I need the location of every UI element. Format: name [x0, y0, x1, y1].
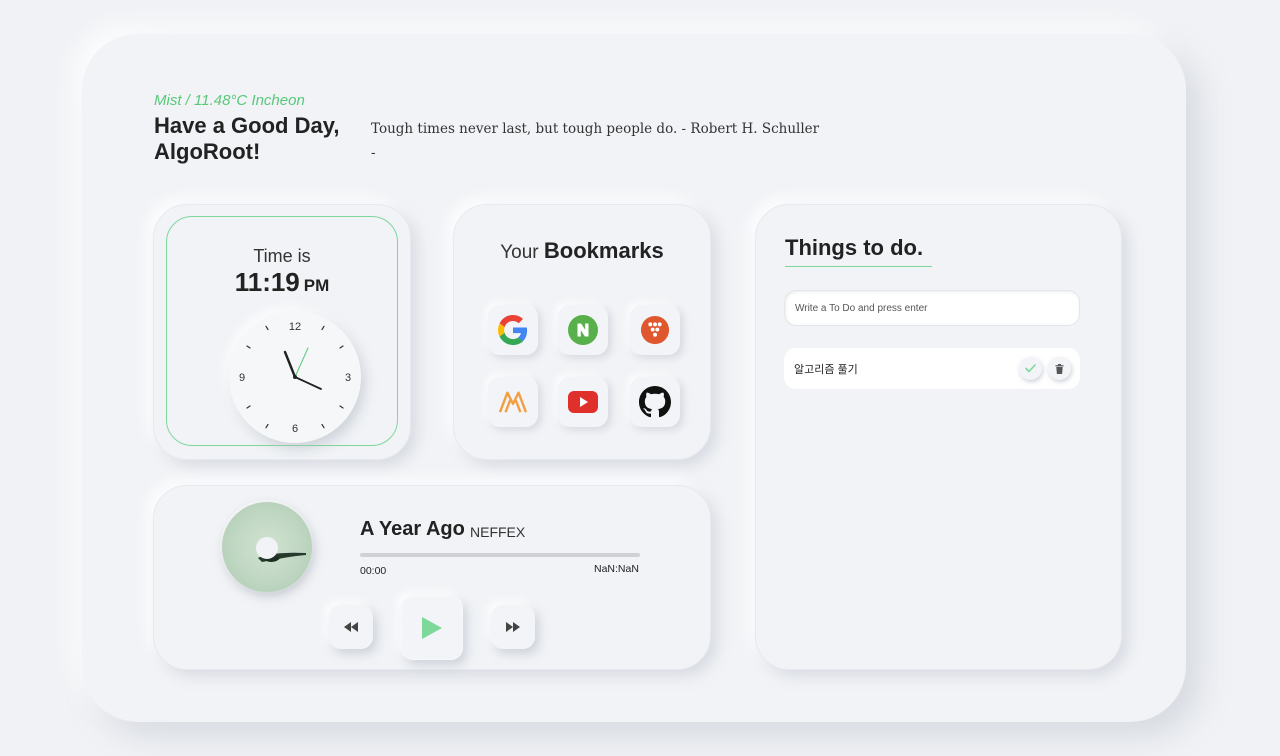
clock-number-12: 12: [289, 321, 301, 333]
greeting: Have a Good Day, AlgoRoot!: [154, 113, 369, 165]
bookmark-mountain[interactable]: [488, 377, 538, 427]
clock-card: Time is 11:19 PM 12 3 6 9: [153, 204, 411, 460]
dotted-app-icon: [640, 315, 670, 345]
bookmarks-title: Your Bookmarks: [454, 238, 710, 264]
time-ampm: PM: [303, 276, 330, 295]
todo-card: Things to do. 알고리즘 풀기: [755, 204, 1122, 670]
song-title: A Year Ago: [360, 518, 465, 540]
quote-author: -: [371, 145, 376, 161]
bookmark-google[interactable]: [488, 305, 538, 355]
album-art: [222, 502, 312, 592]
clock-number-3: 3: [345, 372, 351, 384]
bookmark-naver[interactable]: [558, 305, 608, 355]
greeting-name: AlgoRoot!: [154, 139, 261, 164]
todo-item: 알고리즘 풀기: [784, 348, 1080, 389]
youtube-icon: [568, 391, 598, 413]
quote-text: Tough times never last, but tough people…: [371, 121, 820, 137]
current-time: 00:00: [360, 565, 387, 577]
bookmarks-title-prefix: Your: [500, 242, 539, 263]
second-hand: [294, 347, 309, 378]
time-digits: 11:19: [234, 267, 300, 297]
music-player-card: A Year Ago NEFFEX 00:00 NaN:NaN: [153, 485, 711, 670]
greeting-line1: Have a Good Day,: [154, 113, 340, 138]
mountain-logo-icon: [498, 391, 528, 413]
time-value: 11:19 PM: [167, 267, 397, 298]
play-icon: [422, 617, 442, 639]
naver-icon: [568, 315, 598, 345]
todo-delete-button[interactable]: [1048, 357, 1071, 380]
song-artist: NEFFEX: [470, 524, 526, 540]
total-time: NaN:NaN: [594, 563, 639, 575]
fast-forward-button[interactable]: [491, 605, 535, 649]
clock-number-9: 9: [239, 372, 245, 384]
quote: Tough times never last, but tough people…: [371, 117, 841, 165]
analog-clock: 12 3 6 9: [229, 311, 361, 443]
hour-hand: [283, 350, 297, 379]
bookmark-dotted-app[interactable]: [630, 305, 680, 355]
bookmark-youtube[interactable]: [558, 377, 608, 427]
todo-title: Things to do.: [785, 235, 932, 267]
progress-bar[interactable]: [360, 553, 640, 557]
rewind-icon: [344, 622, 358, 632]
github-icon: [639, 386, 671, 418]
play-button[interactable]: [401, 596, 463, 660]
clock-frame: Time is 11:19 PM 12 3 6 9: [166, 216, 398, 446]
bookmarks-card: Your Bookmarks: [453, 204, 711, 460]
clock-face-svg: 12 3 6 9: [239, 321, 351, 435]
bookmarks-title-bold: Bookmarks: [543, 238, 664, 263]
rewind-button[interactable]: [329, 605, 373, 649]
album-center-hole: [256, 537, 278, 559]
check-icon: [1025, 364, 1036, 373]
minute-hand: [294, 376, 322, 390]
todo-input[interactable]: [784, 290, 1080, 326]
todo-complete-button[interactable]: [1019, 357, 1042, 380]
time-label: Time is: [253, 246, 311, 266]
google-icon: [498, 315, 528, 345]
bookmark-github[interactable]: [630, 377, 680, 427]
clock-number-6: 6: [292, 423, 298, 435]
trash-icon: [1055, 363, 1064, 374]
weather-status: Mist / 11.48°C Incheon: [154, 92, 305, 109]
todo-item-text: 알고리즘 풀기: [794, 364, 858, 376]
fast-forward-icon: [506, 622, 520, 632]
